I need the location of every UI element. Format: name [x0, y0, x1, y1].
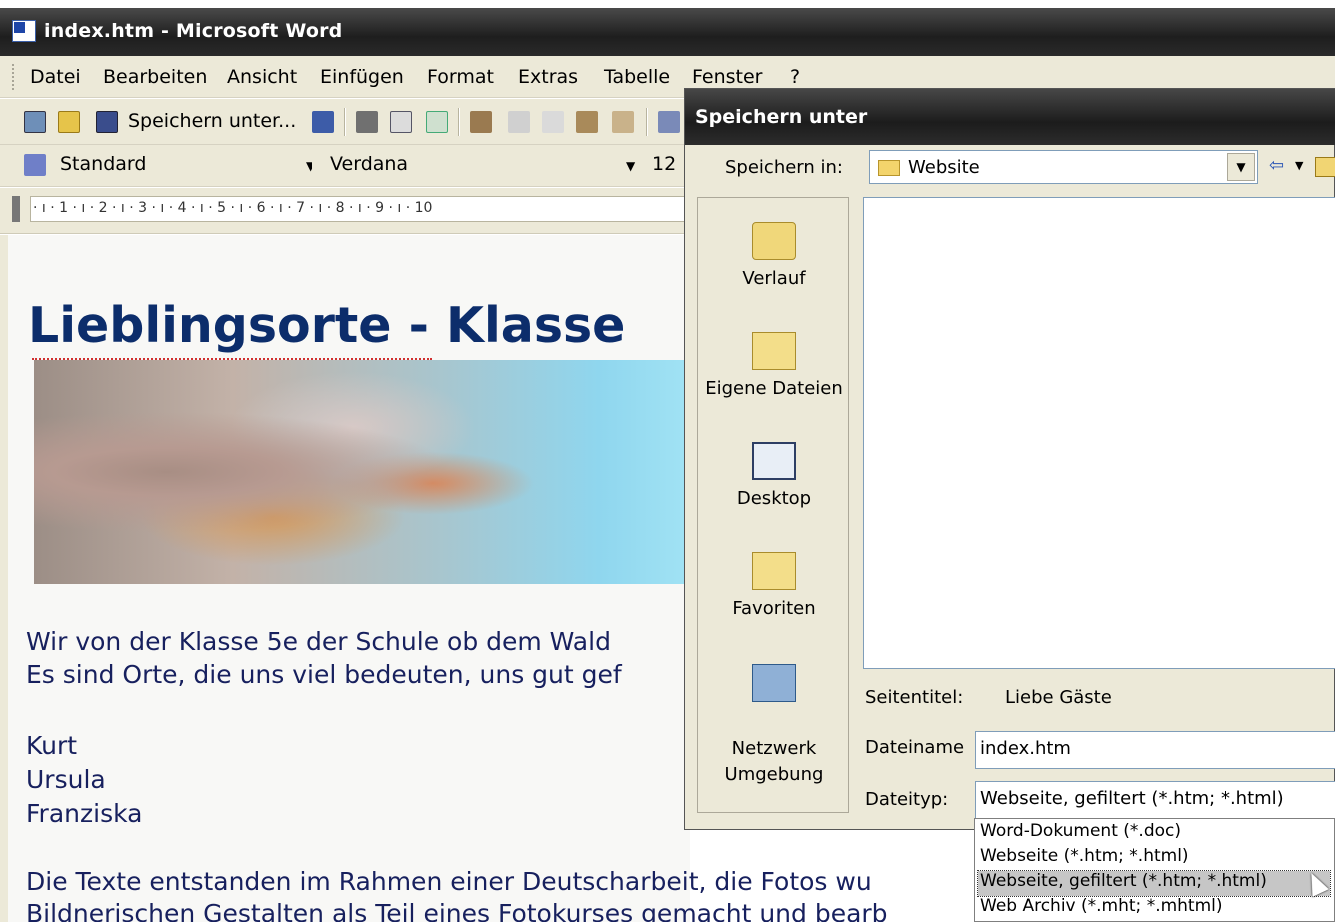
- toolbar-separator: [646, 108, 648, 136]
- menu-tabelle[interactable]: Tabelle: [604, 66, 670, 88]
- print-preview-icon[interactable]: [390, 111, 412, 133]
- dialog-title: Speichern unter: [695, 106, 868, 128]
- my-documents-icon: [752, 332, 796, 370]
- place-favorites[interactable]: Favoriten: [698, 552, 850, 619]
- doc-name-line: Kurt: [26, 731, 78, 760]
- document-page[interactable]: Lieblingsorte - Klasse Wir von der Klass…: [0, 235, 888, 922]
- place-my-documents[interactable]: Eigene Dateien: [698, 332, 850, 399]
- book-icon[interactable]: [312, 111, 334, 133]
- history-icon: [752, 222, 796, 260]
- cut-icon[interactable]: [508, 111, 530, 133]
- font-combo[interactable]: Verdana ▼: [312, 151, 644, 179]
- toolbar-separator: [344, 108, 346, 136]
- filetype-dropdown-list: Word-Dokument (*.doc) Webseite (*.htm; *…: [974, 818, 1335, 922]
- style-value: Standard: [60, 153, 147, 175]
- menu-ansicht[interactable]: Ansicht: [227, 66, 297, 88]
- place-label: Favoriten: [732, 598, 816, 619]
- styles-icon[interactable]: [24, 154, 46, 176]
- font-size-combo[interactable]: 12: [648, 151, 688, 179]
- place-desktop[interactable]: Desktop: [698, 442, 850, 509]
- file-list[interactable]: [863, 197, 1335, 669]
- filetype-label: Dateityp:: [865, 789, 949, 810]
- doc-paragraph-line: Bildnerischen Gestalten als Teil eines F…: [26, 899, 888, 922]
- filetype-option[interactable]: Word-Dokument (*.doc): [978, 821, 1330, 846]
- research-icon[interactable]: [470, 111, 492, 133]
- page-title-value: Liebe Gäste: [1005, 687, 1112, 708]
- save-disk-icon[interactable]: [96, 111, 118, 133]
- folder-icon: [878, 160, 900, 176]
- horizontal-ruler: · ı · 1 · ı · 2 · ı · 3 · ı · 4 · ı · 5 …: [0, 188, 690, 234]
- doc-paragraph-line: Wir von der Klasse 5e der Schule ob dem …: [26, 627, 611, 656]
- save-as-button[interactable]: Speichern unter...: [128, 110, 296, 132]
- doc-name-line: Franziska: [26, 799, 143, 828]
- place-network[interactable]: Netzwerk Umgebung: [698, 638, 850, 788]
- font-value: Verdana: [330, 153, 409, 175]
- ruler-track[interactable]: · ı · 1 · ı · 2 · ı · 3 · ı · 4 · ı · 5 …: [30, 196, 690, 222]
- menu-bearbeiten[interactable]: Bearbeiten: [103, 66, 207, 88]
- desktop-icon: [752, 442, 796, 480]
- window-title: index.htm - Microsoft Word: [44, 20, 343, 42]
- toolbar-separator: [458, 108, 460, 136]
- window-title-bar[interactable]: index.htm - Microsoft Word: [0, 8, 1335, 56]
- copy-icon[interactable]: [542, 111, 564, 133]
- document-photo: [34, 360, 698, 584]
- heading-text: Lieblingsorte - Klasse: [28, 297, 626, 354]
- save-as-dialog: Speichern unter Speichern in: Website ▼ …: [684, 88, 1335, 830]
- network-icon: [752, 664, 796, 702]
- menu-fenster[interactable]: Fenster: [692, 66, 762, 88]
- chevron-down-icon[interactable]: ▼: [626, 159, 635, 173]
- save-in-label: Speichern in:: [725, 157, 843, 178]
- filename-label: Dateiname: [865, 737, 965, 758]
- style-combo[interactable]: Standard ▼: [52, 151, 328, 179]
- dialog-title-bar[interactable]: Speichern unter: [685, 89, 1335, 145]
- filetype-option[interactable]: Webseite (*.htm; *.html): [978, 846, 1330, 871]
- menu-format[interactable]: Format: [427, 66, 494, 88]
- menu-datei[interactable]: Datei: [30, 66, 81, 88]
- filetype-option[interactable]: Web Archiv (*.mht; *.mhtml): [978, 896, 1330, 921]
- chevron-down-icon[interactable]: ▼: [1295, 159, 1303, 172]
- undo-icon[interactable]: [658, 111, 680, 133]
- save-in-value: Website: [908, 157, 980, 178]
- filename-input[interactable]: index.htm: [975, 731, 1335, 769]
- place-label: Netzwerk Umgebung: [724, 738, 824, 785]
- favorites-icon: [752, 552, 796, 590]
- word-icon[interactable]: [12, 20, 36, 42]
- menu-einfuegen[interactable]: Einfügen: [320, 66, 404, 88]
- back-arrow-icon[interactable]: ⇦: [1269, 155, 1284, 176]
- filetype-select[interactable]: Webseite, gefiltert (*.htm; *.html): [975, 781, 1335, 819]
- filetype-option-selected[interactable]: Webseite, gefiltert (*.htm; *.html): [977, 870, 1331, 897]
- places-bar: Verlauf Eigene Dateien Desktop Favoriten…: [697, 197, 849, 813]
- menubar-grip[interactable]: [12, 64, 16, 90]
- place-label: Eigene Dateien: [705, 378, 843, 399]
- spellcheck-icon[interactable]: [426, 111, 448, 133]
- new-document-icon[interactable]: [24, 111, 46, 133]
- font-size-value: 12: [652, 153, 677, 175]
- doc-paragraph-line: Die Texte entstanden im Rahmen einer Deu…: [26, 867, 872, 896]
- doc-paragraph-line: Es sind Orte, die uns viel bedeuten, uns…: [26, 660, 622, 689]
- print-icon[interactable]: [356, 111, 378, 133]
- chevron-down-icon[interactable]: ▼: [1227, 153, 1255, 181]
- save-in-combo[interactable]: Website ▼: [869, 150, 1258, 184]
- paste-icon[interactable]: [576, 111, 598, 133]
- place-history[interactable]: Verlauf: [698, 222, 850, 289]
- open-folder-icon[interactable]: [58, 111, 80, 133]
- place-label: Verlauf: [742, 268, 806, 289]
- up-folder-icon[interactable]: [1315, 157, 1335, 177]
- document-heading: Lieblingsorte - Klasse: [28, 297, 626, 360]
- doc-name-line: Ursula: [26, 765, 106, 794]
- page-title-label: Seitentitel:: [865, 687, 964, 708]
- format-painter-icon[interactable]: [612, 111, 634, 133]
- place-label: Desktop: [736, 488, 812, 509]
- ruler-indent-marker[interactable]: [12, 196, 20, 222]
- menu-help[interactable]: ?: [790, 66, 800, 88]
- menu-extras[interactable]: Extras: [518, 66, 578, 88]
